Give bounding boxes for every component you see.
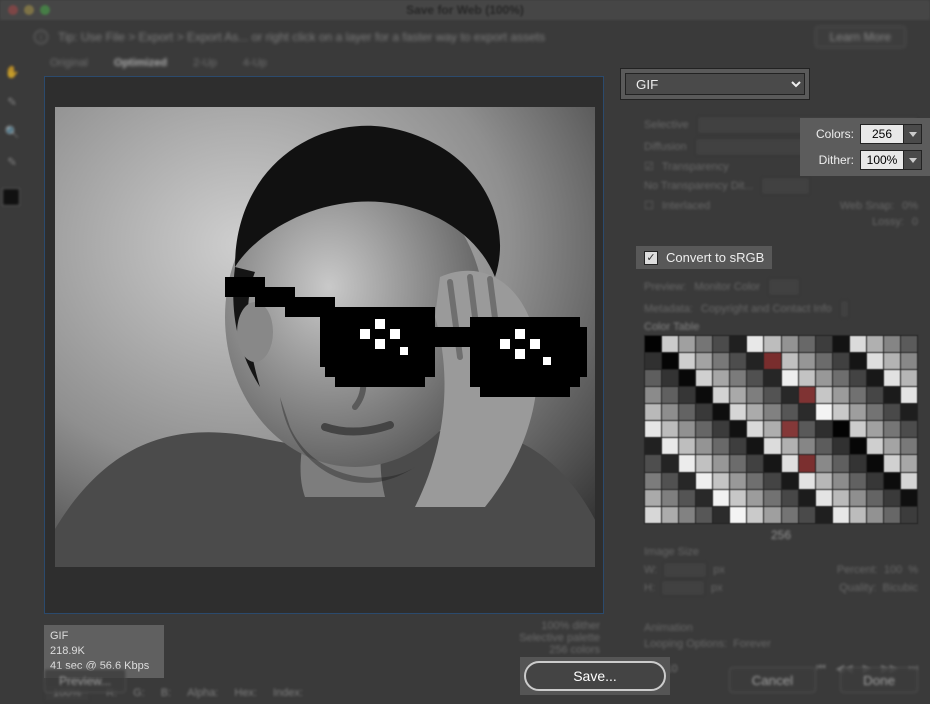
preview-frame [44,76,604,614]
done-button[interactable]: Done [840,667,918,693]
quality-select[interactable]: Bicubic [883,582,918,594]
slice-tool-icon[interactable]: ✎ [2,92,22,112]
unit-label: px [713,564,725,576]
dither-label: Dither: [808,153,854,167]
color-reduction-select[interactable]: Selective [644,119,689,131]
optimize-info-dither: 100% dither [519,620,600,632]
animation-title: Animation [644,622,918,634]
learn-more-button[interactable]: Learn More [815,26,906,48]
optimize-info-palette: Selective palette [519,632,600,644]
height-field[interactable] [661,580,705,596]
preview-info-format: GIF [50,629,158,644]
preview-portrait [55,107,595,567]
color-table-title: Color Table [644,321,918,333]
tool-palette: ✋ ✎ 🔍 ✎ [2,56,30,206]
percent-value[interactable]: 100 [884,564,902,576]
save-button[interactable]: Save... [524,661,666,691]
image-size-title: Image Size [644,546,918,558]
convert-srgb-label: Convert to sRGB [666,250,764,265]
dither-input[interactable] [860,150,904,170]
settings-panel: GIF Selective Diffusion ☑Transparency No… [630,56,930,701]
tip-text: Tip: Use File > Export > Export As... or… [58,30,545,44]
zoom-tool-icon[interactable]: 🔍 [2,122,22,142]
width-label: W: [644,564,657,576]
readout-index: Index: [273,687,303,699]
preview-button[interactable]: Preview... [44,669,126,693]
transparency-checkbox[interactable]: Transparency [662,161,729,173]
format-select-wrap: GIF [620,68,810,100]
color-swatch[interactable] [2,188,20,206]
dither-method-select[interactable]: Diffusion [644,141,687,153]
lossy-label: Lossy: [872,216,904,228]
optimize-info-colors: 256 colors [519,644,600,656]
metadata-label: Metadata: [644,303,693,315]
convert-srgb-row[interactable]: Convert to sRGB [636,246,772,269]
colors-input[interactable] [860,124,904,144]
width-field[interactable] [663,562,707,578]
preview-image [55,107,595,567]
websnap-label: Web Snap: [840,200,894,212]
unit-label-2: px [711,582,723,594]
cancel-button[interactable]: Cancel [729,667,817,693]
colors-dropdown[interactable] [904,124,922,144]
animation-section: Animation Looping Options: Forever [644,622,918,650]
dither-dropdown[interactable] [904,150,922,170]
readout-b: B: [161,687,171,699]
readout-hex: Hex: [234,687,257,699]
format-select[interactable]: GIF [625,73,805,95]
image-size-section: Image Size W:px Percent:100% H:px Qualit… [644,546,918,598]
color-table-count: 256 [644,528,918,542]
looping-select[interactable]: Forever [733,638,771,650]
preview-select[interactable]: Monitor Color [694,281,760,293]
height-label: H: [644,582,655,594]
interlaced-checkbox[interactable]: Interlaced [662,200,710,212]
chevron-down-icon [909,132,917,137]
color-table: Color Table 256 [644,321,918,542]
quality-label: Quality: [839,582,876,594]
websnap-value[interactable]: 0% [902,200,918,212]
hand-tool-icon[interactable]: ✋ [2,62,22,82]
preview-label: Preview: [644,281,686,293]
lossy-value[interactable]: 0 [912,216,918,228]
readout-g: G: [133,687,145,699]
percent-label: Percent: [837,564,878,576]
preview-info-size: 218.9K [50,644,158,659]
tip-bar: i Tip: Use File > Export > Export As... … [34,24,906,50]
readout-alpha: Alpha: [187,687,218,699]
colors-dither-box: Colors: Dither: [800,118,930,176]
window-titlebar: Save for Web (100%) [0,0,930,20]
metadata-select[interactable]: Copyright and Contact Info [701,303,832,315]
color-table-grid[interactable] [644,335,918,524]
info-icon: i [34,30,48,44]
window-title: Save for Web (100%) [0,3,930,17]
chevron-down-icon [909,158,917,163]
eyedropper-tool-icon[interactable]: ✎ [2,152,22,172]
convert-srgb-checkbox[interactable] [644,251,658,265]
save-button-wrap: Save... [520,657,670,695]
transparency-dither-select[interactable]: No Transparency Dit... [644,180,753,192]
optimize-info: 100% dither Selective palette 256 colors [519,620,600,656]
looping-label: Looping Options: [644,638,727,650]
colors-label: Colors: [808,127,854,141]
